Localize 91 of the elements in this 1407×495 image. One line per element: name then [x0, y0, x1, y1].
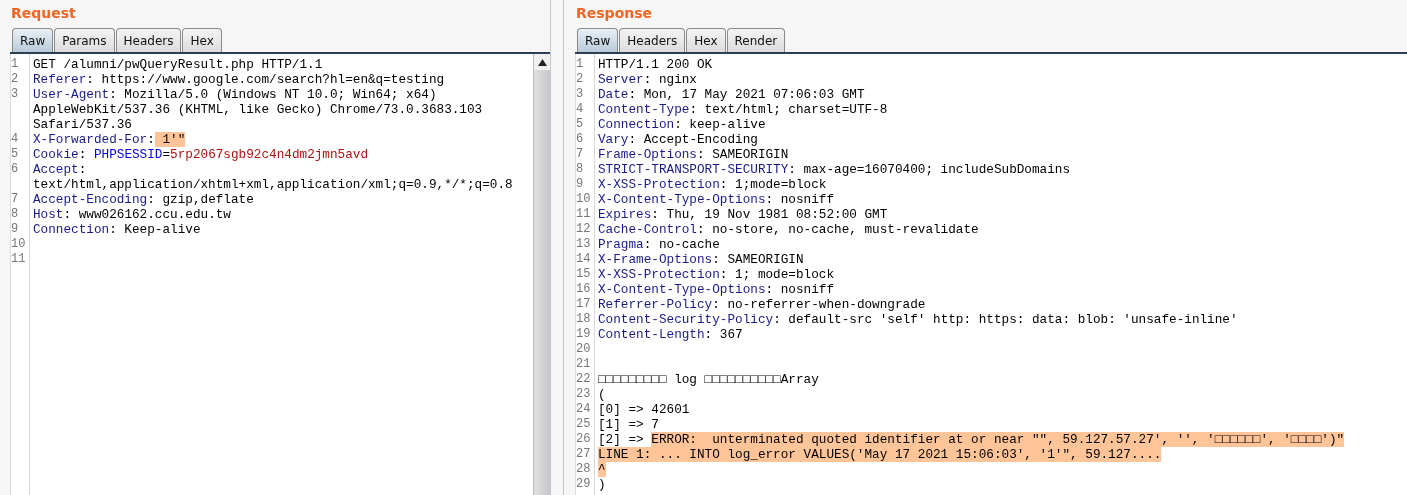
code-line: Cookie: PHPSESSID=5rp2067sgb92c4n4dm2jmn5avd	[33, 147, 369, 162]
line-number: 6	[576, 132, 585, 147]
code-line: Pragma: no-cache	[598, 237, 720, 252]
line-number: 8	[11, 207, 20, 222]
line-number: 7	[576, 147, 585, 162]
line-number: 27	[576, 447, 592, 462]
code-line: )	[598, 477, 606, 492]
code-line: X-Frame-Options: SAMEORIGIN	[598, 252, 804, 267]
line-number: 9	[11, 222, 20, 237]
code-line: [1] => 7	[598, 417, 659, 432]
code-line: HTTP/1.1 200 OK	[598, 57, 713, 72]
line-number: 24	[576, 402, 592, 417]
line-number: 6	[11, 162, 20, 177]
code-line: Connection: keep-alive	[598, 117, 766, 132]
line-number: 18	[576, 312, 592, 327]
line-number: 17	[576, 297, 592, 312]
code-line: □□□□□□□□□ log □□□□□□□□□□Array	[598, 372, 819, 387]
line-number: 10	[11, 237, 27, 252]
line-number: 4	[11, 132, 20, 147]
code-line: Referrer-Policy: no-referrer-when-downgrade	[598, 297, 926, 312]
tab[interactable]: Params	[54, 28, 115, 52]
line-number: 15	[576, 267, 592, 282]
line-number: 1	[576, 57, 585, 72]
line-number: 3	[11, 87, 20, 102]
line-number: 13	[576, 237, 592, 252]
pane-title: Request	[10, 4, 77, 23]
tab[interactable]: Render	[726, 28, 786, 52]
code-line: User-Agent: Mozilla/5.0 (Windows NT 10.0; Win64; x64)	[33, 87, 437, 102]
line-number: 22	[576, 372, 592, 387]
line-number: 9	[576, 177, 585, 192]
line-number: 1	[11, 57, 20, 72]
code-line: Frame-Options: SAMEORIGIN	[598, 147, 789, 162]
scrollbar[interactable]	[533, 54, 550, 495]
line-number: 11	[576, 207, 592, 222]
code-line: [0] => 42601	[598, 402, 690, 417]
code-line: Vary: Accept-Encoding	[598, 132, 758, 147]
code-line: Connection: Keep-alive	[33, 222, 201, 237]
code-line: X-XSS-Protection: 1;mode=block	[598, 177, 827, 192]
line-number: 21	[576, 357, 592, 372]
up-arrow-icon[interactable]	[537, 58, 547, 66]
line-number: 14	[576, 252, 592, 267]
code-line: Referer: https://www.google.com/search?hl=en&q=testing	[33, 72, 445, 87]
line-number: 28	[576, 462, 592, 477]
editor[interactable]	[575, 54, 1407, 495]
line-number: 10	[576, 192, 592, 207]
line-number: 2	[11, 72, 20, 87]
pane-title: Response	[575, 4, 654, 23]
line-number: 5	[11, 147, 20, 162]
line-number: 3	[576, 87, 585, 102]
line-number: 20	[576, 342, 592, 357]
tab[interactable]: Hex	[686, 28, 726, 52]
line-number: 5	[576, 117, 585, 132]
code-line: Content-Length: 367	[598, 327, 743, 342]
tab[interactable]: Headers	[619, 28, 686, 52]
tab[interactable]: Raw	[577, 28, 619, 52]
code-line: STRICT-TRANSPORT-SECURITY: max-age=16070400; includeSubDomains	[598, 162, 1071, 177]
code-line: AppleWebKit/537.36 (KHTML, like Gecko) Chrome/73.0.3683.103	[33, 102, 483, 117]
code-line: Accept:	[33, 162, 87, 177]
code-line: text/html,application/xhtml+xml,application/xml;q=0.9,*/*;q=0.8	[33, 177, 513, 192]
code-line: Safari/537.36	[33, 117, 132, 132]
editor[interactable]	[10, 54, 550, 495]
code-line: Date: Mon, 17 May 2021 07:06:03 GMT	[598, 87, 865, 102]
code-line: X-XSS-Protection: 1; mode=block	[598, 267, 835, 282]
line-number: 16	[576, 282, 592, 297]
line-number: 23	[576, 387, 592, 402]
code-line: Expires: Thu, 19 Nov 1981 08:52:00 GMT	[598, 207, 888, 222]
line-number: 7	[11, 192, 20, 207]
line-number: 12	[576, 222, 592, 237]
line-number: 4	[576, 102, 585, 117]
code-line: GET /alumni/pwQueryResult.php HTTP/1.1	[33, 57, 323, 72]
code-line: Accept-Encoding: gzip,deflate	[33, 192, 254, 207]
code-line: Server: nginx	[598, 72, 697, 87]
tab[interactable]: Hex	[182, 28, 222, 52]
code-line: [2] => ERROR: unterminated quoted identifier at or near "", 59.127.57.27', '', '□□□□□□', '□□□□')"	[598, 432, 1345, 447]
line-number: 11	[11, 252, 27, 267]
code-line: Host: www026162.ccu.edu.tw	[33, 207, 231, 222]
tab[interactable]: Headers	[115, 28, 182, 52]
line-number: 25	[576, 417, 592, 432]
line-number: 26	[576, 432, 592, 447]
code-line: Content-Type: text/html; charset=UTF-8	[598, 102, 888, 117]
code-line: X-Forwarded-For: 1'"	[33, 132, 186, 147]
tab[interactable]: Raw	[12, 28, 54, 52]
code-line: X-Content-Type-Options: nosniff	[598, 192, 835, 207]
line-number: 19	[576, 327, 592, 342]
code-line: Content-Security-Policy: default-src 'self' http: https: data: blob: 'unsafe-inline'	[598, 312, 1238, 327]
line-number: 8	[576, 162, 585, 177]
line-number: 29	[576, 477, 592, 492]
code-line: Cache-Control: no-store, no-cache, must-revalidate	[598, 222, 979, 237]
code-line: (	[598, 387, 606, 402]
code-line: X-Content-Type-Options: nosniff	[598, 282, 835, 297]
line-number: 2	[576, 72, 585, 87]
